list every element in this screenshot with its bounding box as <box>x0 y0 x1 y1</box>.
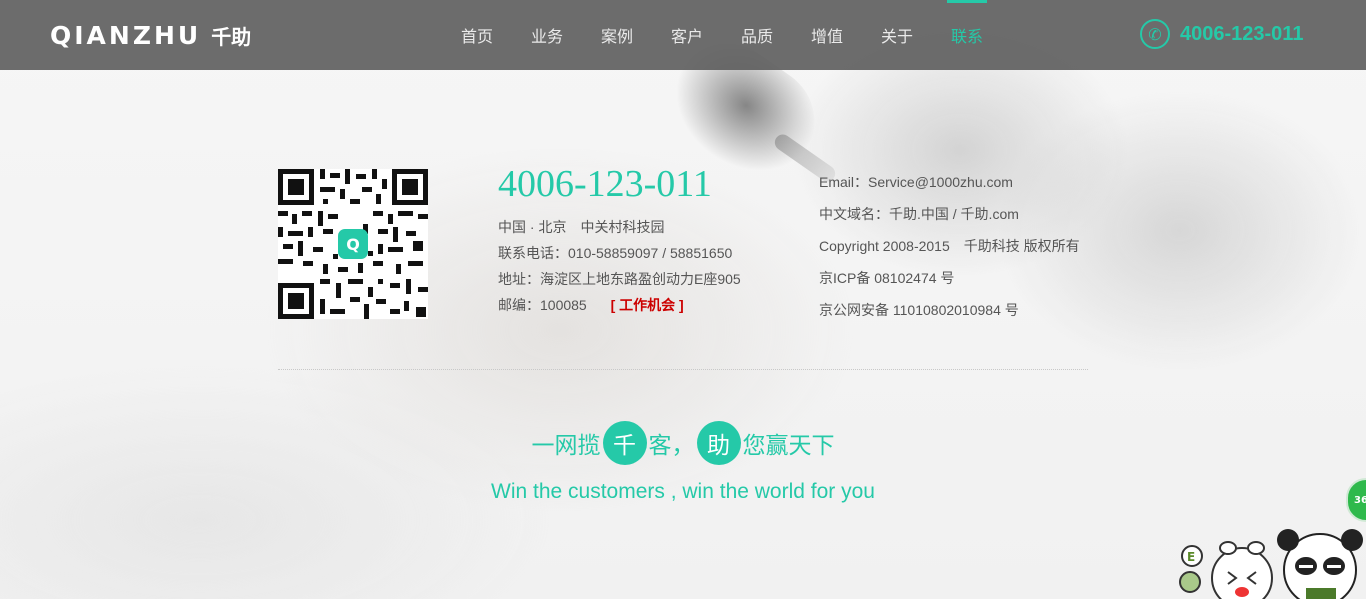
site-header: QIANZHU 千助 首页 业务 案例 客户 品质 增值 关于 联系 ✆ 400… <box>0 0 1366 70</box>
contact-address: 地址：海淀区上地东路盈创动力E座905 <box>498 271 741 287</box>
logo-chinese-text: 千助 <box>211 24 252 49</box>
logo-latin-text: QIANZHU <box>50 20 202 50</box>
svg-text:E: E <box>1187 550 1195 564</box>
nav-item-quality[interactable]: 品质 <box>722 0 792 70</box>
info-police-record[interactable]: 京公网安备 11010802010984 号 <box>819 297 1080 329</box>
slogan-part-1: 一网揽 <box>531 433 601 459</box>
logo[interactable]: QIANZHU 千助 <box>50 20 251 50</box>
panda-mascots[interactable]: E <box>1170 528 1366 599</box>
main-nav: 首页 业务 案例 客户 品质 增值 关于 联系 <box>442 0 1002 70</box>
slogan-english: Win the customers , win the world for yo… <box>491 480 875 503</box>
contact-tel: 联系电话：010-58859097 / 58851650 <box>498 245 733 261</box>
contact-block: 4006-123-011 中国 · 北京 中关村科技园 联系电话：010-588… <box>498 160 741 318</box>
nav-item-cases[interactable]: 案例 <box>582 0 652 70</box>
phone-icon: ✆ <box>1140 19 1170 49</box>
qr-code: Q <box>278 169 428 319</box>
jobs-link[interactable]: [ 工作机会 ] <box>611 297 684 313</box>
nav-item-clients[interactable]: 客户 <box>652 0 722 70</box>
nav-item-value-added[interactable]: 增值 <box>792 0 862 70</box>
nav-item-home[interactable]: 首页 <box>442 0 512 70</box>
contact-phone-number: 4006-123-011 <box>498 163 712 205</box>
contact-postcode-row: 邮编：100085 [ 工作机会 ] <box>498 292 741 318</box>
contact-location: 中国 · 北京 中关村科技园 <box>498 219 665 235</box>
slogan-circle-zhu: 助 <box>696 421 741 465</box>
slogan-part-2: 客， <box>648 433 695 459</box>
info-email[interactable]: Email：Service@1000zhu.com <box>819 169 1080 201</box>
info-icp[interactable]: 京ICP备 08102474 号 <box>819 265 1080 297</box>
badge-text: 36 <box>1354 494 1366 506</box>
info-domain: 中文域名：千助.中国 / 千助.com <box>819 206 1019 222</box>
contact-postcode: 邮编：100085 <box>498 297 587 313</box>
info-copyright: Copyright 2008-2015 千助科技 版权所有 <box>819 238 1080 254</box>
slogan-chinese: 一网揽 千 客， 助 您赢天下 <box>0 421 1366 465</box>
nav-item-business[interactable]: 业务 <box>512 0 582 70</box>
info-block: Email：Service@1000zhu.com 中文域名：千助.中国 / 千… <box>819 169 1080 329</box>
slogan-part-3: 您赢天下 <box>742 433 835 459</box>
dotted-divider <box>278 369 1088 370</box>
header-phone: ✆ 4006-123-011 <box>1140 19 1303 49</box>
nav-item-contact[interactable]: 联系 <box>932 0 1002 70</box>
nav-item-about[interactable]: 关于 <box>862 0 932 70</box>
slogan-circle-qian: 千 <box>602 421 647 465</box>
panda-mascot-image: E <box>1179 529 1363 599</box>
header-phone-number: 4006-123-011 <box>1180 22 1304 45</box>
qr-logo-icon: Q <box>338 229 368 259</box>
